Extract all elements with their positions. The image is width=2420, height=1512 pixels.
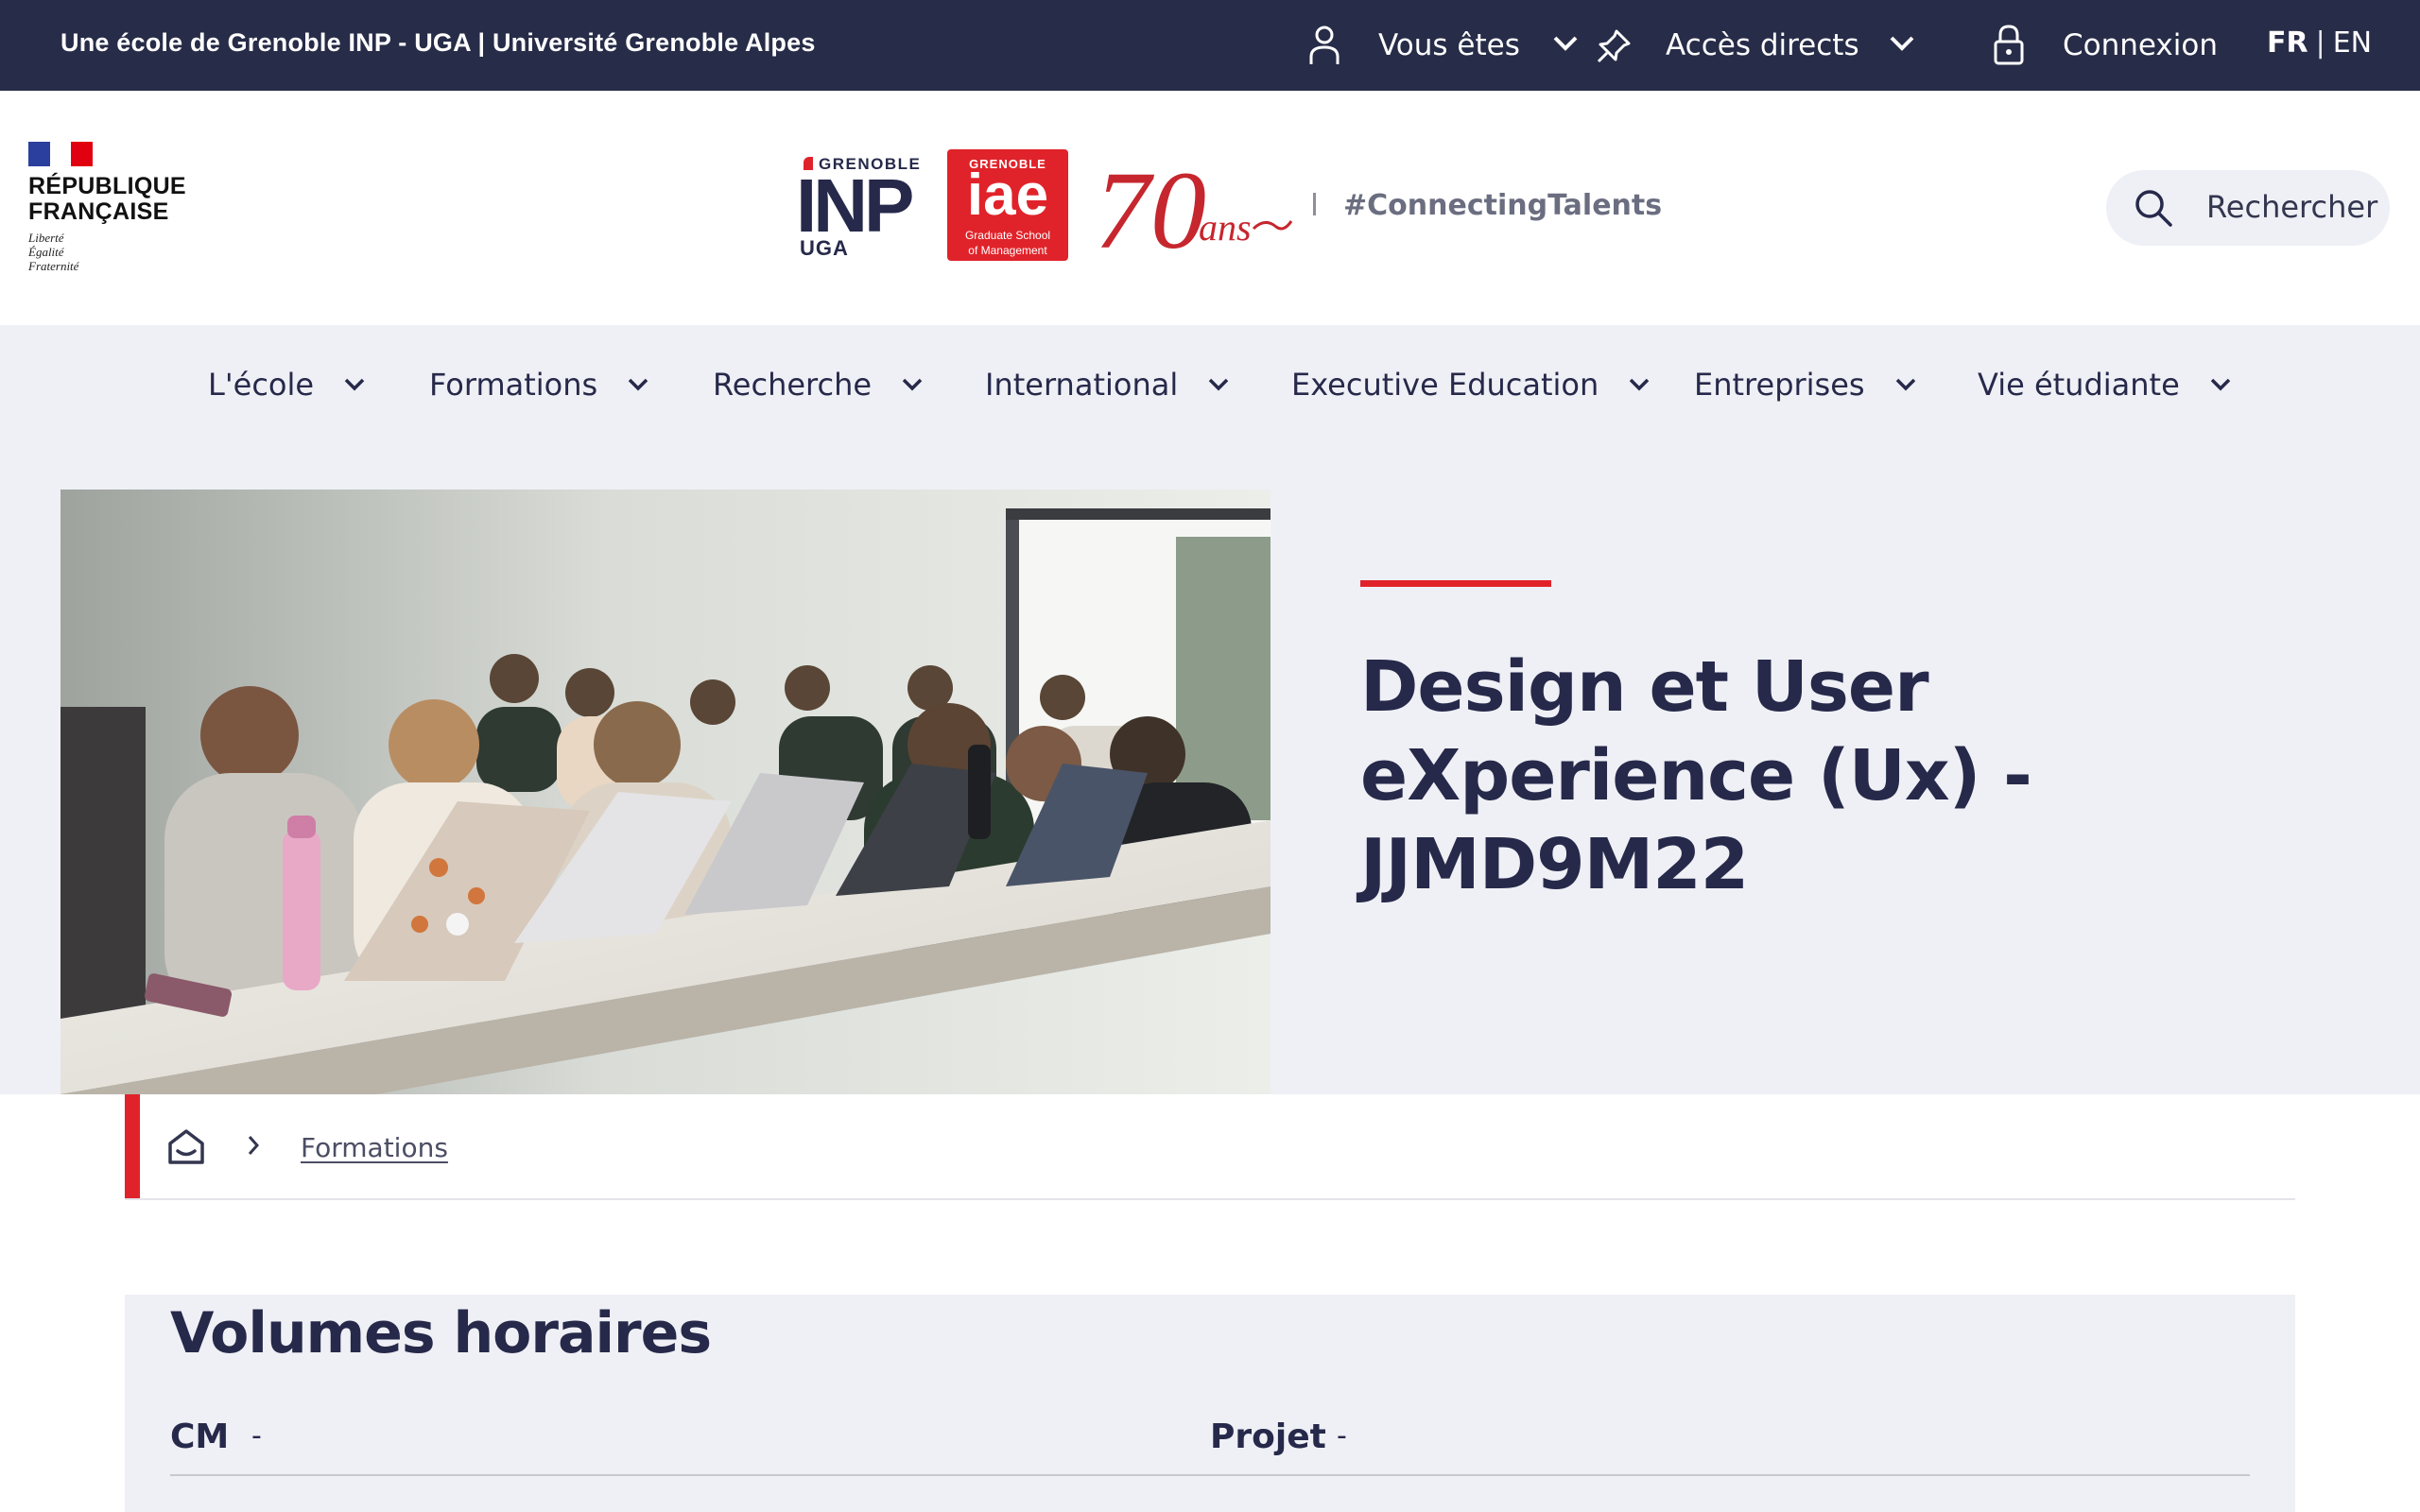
acces-directs-label: Accès directs: [1666, 28, 1859, 62]
nav-item-entreprises[interactable]: Entreprises: [1694, 367, 1916, 403]
republique-francaise-logo[interactable]: RÉPUBLIQUE FRANÇAISE Liberté Égalité Fra…: [28, 142, 199, 273]
chevron-down-icon: [902, 378, 923, 391]
hashtag: #ConnectingTalents: [1343, 189, 1663, 222]
seventy-number: 70: [1095, 149, 1206, 268]
nav-label: International: [985, 367, 1179, 403]
cm-label: CM: [170, 1418, 230, 1456]
vous-etes-menu[interactable]: Vous êtes: [1378, 23, 1520, 68]
acces-directs-menu[interactable]: Accès directs: [1666, 23, 1859, 68]
lang-en[interactable]: EN: [2333, 26, 2372, 60]
chevron-down-icon[interactable]: [1889, 34, 1915, 53]
search-button[interactable]: Rechercher: [2106, 170, 2390, 246]
nav-label: Recherche: [713, 367, 873, 403]
rf-line2: FRANÇAISE: [28, 198, 169, 225]
iae-logo: GRENOBLE iae Graduate School of Manageme…: [947, 149, 1068, 261]
nav-item-executive-education[interactable]: Executive Education: [1291, 367, 1650, 403]
connexion-label: Connexion: [2063, 28, 2219, 62]
vous-etes-label: Vous êtes: [1378, 28, 1520, 62]
cm-value: -: [251, 1419, 262, 1452]
breadcrumb-accent-bar: [125, 1094, 140, 1198]
language-switcher: FR | EN: [2267, 26, 2372, 60]
chevron-down-icon[interactable]: [1552, 34, 1579, 53]
projet-value: -: [1337, 1419, 1347, 1452]
breadcrumb: Formations: [125, 1094, 2295, 1200]
iae-sub2: of Management: [968, 244, 1047, 257]
title-accent-line: [1360, 580, 1551, 587]
lang-separator: |: [2315, 26, 2325, 60]
nav-item-recherche[interactable]: Recherche: [713, 367, 923, 403]
seventy-ans: ans: [1199, 206, 1252, 249]
home-icon[interactable]: [166, 1126, 206, 1166]
pin-icon[interactable]: [1596, 28, 1632, 64]
top-bar: Une école de Grenoble INP - UGA | Univer…: [0, 0, 2420, 91]
motto-egalite: Égalité: [28, 245, 64, 259]
inp-uga-text: UGA: [800, 236, 849, 260]
nav-label: Entreprises: [1694, 367, 1865, 403]
grenoble-inp-logo: GRENOBLE INP UGA: [796, 149, 938, 268]
nav-label: Vie étudiante: [1978, 367, 2180, 403]
chevron-down-icon: [344, 378, 365, 391]
main-nav: L'école Formations Recherche Internation…: [0, 325, 2420, 448]
lang-fr[interactable]: FR: [2267, 26, 2308, 60]
nav-item-international[interactable]: International: [985, 367, 1229, 403]
connexion-link[interactable]: Connexion: [2063, 23, 2218, 68]
motto-liberte: Liberté: [28, 231, 64, 245]
nav-label: Formations: [429, 367, 598, 403]
volumes-horaires-section: Volumes horaires CM - Projet -: [125, 1295, 2295, 1512]
hashtag-separator: [1313, 193, 1316, 215]
search-label: Rechercher: [2206, 189, 2378, 225]
volumes-title: Volumes horaires: [170, 1300, 712, 1366]
french-flag-icon: [28, 142, 94, 166]
chevron-right-icon: [248, 1136, 260, 1155]
chevron-down-icon: [628, 378, 648, 391]
projet-label: Projet: [1210, 1418, 1326, 1456]
chevron-down-icon: [2210, 378, 2231, 391]
school-affiliation: Une école de Grenoble INP - UGA | Univer…: [60, 28, 816, 57]
nav-item-vie-etudiante[interactable]: Vie étudiante: [1978, 367, 2231, 403]
seventy-years-logo: 70 ans: [1095, 149, 1293, 268]
chevron-down-icon: [1208, 378, 1229, 391]
user-icon[interactable]: [1308, 25, 1340, 66]
motto-fraternite: Fraternité: [28, 259, 79, 273]
chevron-down-icon: [1895, 378, 1915, 391]
nav-item-ecole[interactable]: L'école: [208, 367, 365, 403]
nav-label: L'école: [208, 367, 315, 403]
hero-classroom-photo: [60, 490, 1270, 1094]
search-icon: [2135, 190, 2172, 227]
chevron-down-icon: [1630, 378, 1650, 391]
nav-item-formations[interactable]: Formations: [429, 367, 648, 403]
lock-icon[interactable]: [1993, 23, 2025, 66]
site-header: RÉPUBLIQUE FRANÇAISE Liberté Égalité Fra…: [0, 91, 2420, 325]
iae-word: iae: [966, 163, 1049, 228]
iae-sub1: Graduate School: [964, 229, 1051, 242]
rf-line1: RÉPUBLIQUE: [28, 173, 186, 199]
breadcrumb-formations-link[interactable]: Formations: [301, 1132, 448, 1163]
page-title: Design et User eXperience (Ux) - JJMD9M2…: [1360, 646, 2032, 905]
nav-label: Executive Education: [1291, 367, 1599, 403]
volumes-row: CM - Projet -: [170, 1418, 2250, 1476]
